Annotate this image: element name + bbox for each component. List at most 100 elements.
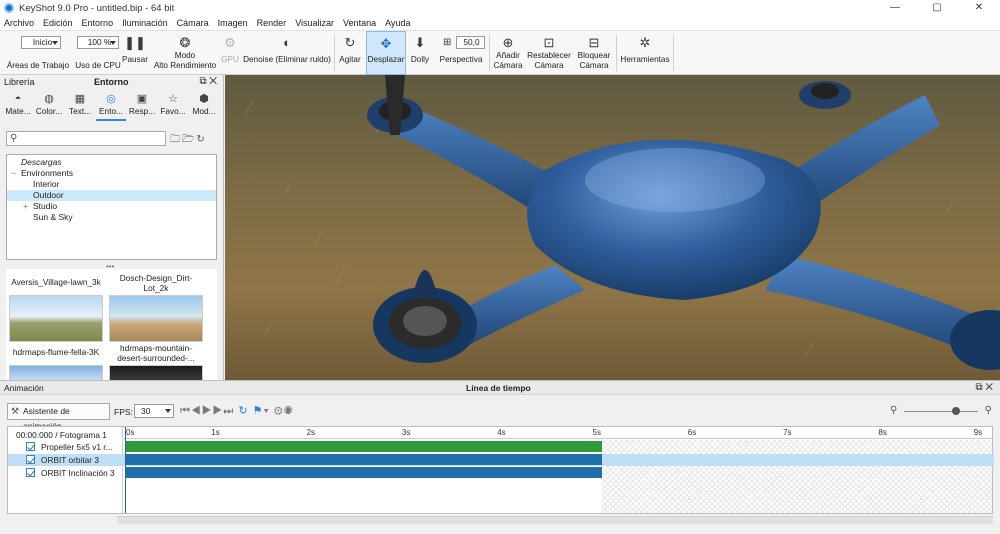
thumbnail-item[interactable]: hdrmaps-mountain-desert-surrounded-... (108, 343, 204, 381)
lock-camera-label-1: Bloquear (577, 51, 611, 60)
tree-item-descargas[interactable]: Descargas (21, 157, 62, 168)
menu-entorno[interactable]: Entorno (82, 18, 114, 28)
menu-render[interactable]: Render (257, 18, 287, 28)
orbit-animation-clip[interactable] (125, 454, 602, 465)
tab-materials[interactable]: ◓ Mate... (3, 91, 33, 121)
collapse-icon[interactable]: − (11, 168, 16, 179)
record-icon[interactable]: ◉ (284, 405, 294, 417)
close-button[interactable]: ✕ (958, 0, 1000, 16)
performance-mode-button[interactable]: ❂ Modo Alto Rendimiento (152, 31, 218, 75)
track-checkbox[interactable] (26, 454, 39, 466)
tab-backplates[interactable]: ▣ Resp... (127, 91, 157, 121)
tree-item-sun-sky[interactable]: Sun & Sky (33, 212, 73, 223)
zoom-knob[interactable] (951, 407, 960, 415)
tab-colors[interactable]: ◍ Color... (34, 91, 64, 121)
maximize-button[interactable]: ▢ (916, 0, 958, 16)
menu-edicion[interactable]: Edición (43, 18, 73, 28)
settings-icon[interactable]: ⚙ (274, 405, 284, 417)
menu-visualizar[interactable]: Visualizar (295, 18, 334, 28)
lock-camera-button[interactable]: ⊟ Bloquear Cámara (574, 31, 614, 75)
dolly-button[interactable]: ⬇ Dolly (408, 31, 432, 75)
tab-environments[interactable]: ◎ Ento... (96, 91, 126, 121)
track-checkbox[interactable] (26, 467, 39, 479)
go-to-start-icon[interactable]: ⏮ (180, 405, 191, 417)
tools-button[interactable]: ✲ Herramientas (619, 31, 671, 75)
perspective-input[interactable]: 50,0 (456, 36, 485, 49)
thumbnail-item[interactable]: Aversis_Village-lawn_3k (8, 273, 104, 342)
chevron-down-icon[interactable]: ▾ (263, 405, 269, 417)
tab-textures[interactable]: ▦ Text... (65, 91, 95, 121)
playhead[interactable] (125, 427, 126, 513)
timeline-zoom-slider[interactable]: ⚲ ⚲ (890, 405, 992, 419)
menu-ventana[interactable]: Ventana (343, 18, 376, 28)
denoise-button[interactable]: ◐ Denoise (Eliminar ruido) (243, 31, 331, 75)
next-frame-icon[interactable]: ▶ (213, 405, 224, 417)
go-to-end-icon[interactable]: ⏭ (223, 405, 234, 417)
library-search-input[interactable]: ⚲ (6, 131, 166, 146)
backplates-icon: ▣ (136, 93, 148, 105)
menu-archivo[interactable]: Archivo (4, 18, 34, 28)
close-panel-icon[interactable]: ✕ (985, 382, 993, 393)
fps-select[interactable]: 30 (134, 404, 174, 418)
tree-item-outdoor[interactable]: Outdoor (33, 190, 64, 201)
timeline-title: Línea de tiempo (466, 383, 531, 393)
rotate-icon: ↻ (344, 35, 356, 50)
tree-item-environments[interactable]: Environments (21, 168, 73, 179)
add-camera-button[interactable]: ⊕ Añadir Cámara (491, 31, 525, 75)
pause-button[interactable]: ❚❚ Pausar (121, 31, 149, 75)
thumbnail-item[interactable]: Dosch-Design_Dirt-Lot_2k (108, 273, 204, 342)
keyframe-icon[interactable]: ⚑ (253, 405, 264, 417)
tree-item-interior[interactable]: Interior (33, 179, 59, 190)
body-highlight (585, 148, 765, 212)
tab-favorites[interactable]: ☆ Favo... (158, 91, 188, 121)
track-label: ORBIT orbitar 3 (41, 455, 99, 465)
play-icon[interactable]: ▶ (202, 405, 213, 417)
perf-mode-label-2: Alto Rendimiento (153, 61, 217, 70)
toolbar-divider (334, 35, 335, 71)
track-label: ORBIT Inclinación 3 (41, 468, 115, 478)
tab-label: Color... (35, 106, 63, 116)
animation-panel: Animación Línea de tiempo ⧉ ✕ ⚒ Asistent… (0, 380, 1000, 534)
gpu-label: GPU (221, 55, 239, 64)
minimize-button[interactable]: — (874, 0, 916, 16)
refresh-icon[interactable]: ↻ (196, 134, 206, 145)
checkbox-icon (26, 442, 35, 451)
expand-icon[interactable]: + (23, 201, 28, 212)
render-viewport[interactable] (225, 75, 1000, 380)
undock-icon[interactable]: ⧉ (199, 76, 206, 87)
zoom-in-icon[interactable]: ⚲ (985, 405, 992, 416)
tilt-animation-clip[interactable] (125, 467, 602, 478)
menu-imagen[interactable]: Imagen (218, 18, 248, 28)
timeline-scrollbar[interactable] (117, 516, 993, 524)
gpu-button[interactable]: ⚙ GPU (219, 31, 241, 75)
tree-item-studio[interactable]: Studio (33, 201, 57, 212)
animation-wizard-button[interactable]: ⚒ Asistente de animación (7, 403, 110, 431)
workspace-select[interactable]: Inicio (21, 36, 61, 49)
timeline-ruler[interactable]: 0s 1s 2s 3s 4s 5s 6s 7s 8s 9s (124, 427, 992, 439)
loop-icon[interactable]: ↻ (238, 405, 248, 417)
performance-icon: ❂ (179, 35, 191, 50)
menu-iluminacion[interactable]: Iluminación (122, 18, 168, 28)
pan-button[interactable]: ✥ Desplazar (366, 31, 406, 75)
tab-models[interactable]: ⬢ Mod... (189, 91, 219, 121)
reset-camera-button[interactable]: ⊡ Restablecer Cámara (527, 31, 571, 75)
tumble-button[interactable]: ↻ Agitar (337, 31, 363, 75)
fps-value: 30 (141, 406, 151, 416)
folder-icon[interactable]: 🗀 (170, 134, 182, 145)
tumble-label: Agitar (339, 55, 361, 64)
thumbnail-label: hdrmaps-mountain-desert-surrounded-... (117, 343, 195, 363)
cpu-usage-select[interactable]: 100 % (77, 36, 119, 49)
perspective-group: ⊞ 50,0 Perspectiva (435, 31, 487, 75)
thumbnail-item[interactable]: hdrmaps-flume-fella-3K (8, 343, 104, 381)
time-display: 00:00:000 / Fotograma 1 (16, 430, 107, 440)
folder-add-icon[interactable]: 🗁 (182, 134, 196, 145)
menu-camara[interactable]: Cámara (177, 18, 209, 28)
menu-ayuda[interactable]: Ayuda (385, 18, 410, 28)
track-checkbox[interactable] (26, 441, 39, 453)
undock-icon[interactable]: ⧉ (975, 382, 982, 393)
previous-frame-icon[interactable]: ◀ (191, 405, 202, 417)
close-panel-icon[interactable]: ✕ (209, 76, 217, 87)
zoom-out-icon[interactable]: ⚲ (890, 405, 897, 416)
library-header: Librería Entorno ⧉ ✕ (0, 75, 223, 89)
propeller-animation-clip[interactable] (125, 441, 602, 452)
